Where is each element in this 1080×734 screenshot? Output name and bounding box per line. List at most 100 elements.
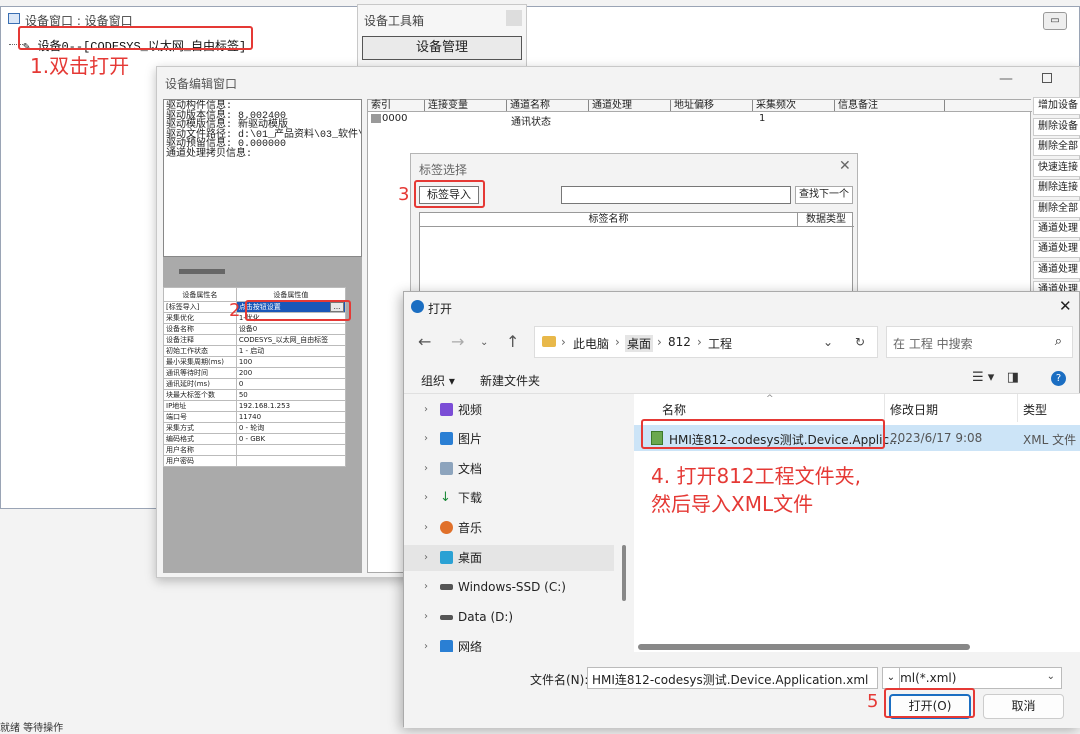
breadcrumb-item[interactable]: 桌面 xyxy=(625,335,654,352)
organize-menu[interactable]: 组织 ▾ xyxy=(421,372,455,389)
nav-item-music[interactable]: › 音乐 xyxy=(424,515,629,541)
prop-value[interactable]: 200 xyxy=(235,367,347,379)
help-icon[interactable]: ? xyxy=(1051,371,1066,386)
prop-value[interactable]: 100 xyxy=(235,356,347,368)
col-header-name[interactable]: 名称 xyxy=(662,401,686,418)
device-manage-button[interactable]: 设备管理 xyxy=(362,36,522,60)
table-row[interactable]: 0000 通讯状态 1 xyxy=(368,113,1032,128)
col-header-date[interactable]: 修改日期 xyxy=(890,401,938,418)
prop-value[interactable]: 0 xyxy=(235,378,347,390)
table-row[interactable]: 通讯等待时间 200 xyxy=(163,367,347,379)
delete-device-button[interactable]: 删除设备 xyxy=(1033,118,1080,136)
breadcrumb-item[interactable]: 工程 xyxy=(708,335,732,352)
col-channel-name[interactable]: 通道名称 xyxy=(507,100,589,111)
tag-search-input[interactable] xyxy=(561,186,791,204)
table-row[interactable]: 用户名称 xyxy=(163,444,347,456)
view-options-icon[interactable]: ☰ ▾ ◨ xyxy=(972,370,1019,385)
prop-value[interactable]: 50 xyxy=(235,389,347,401)
table-row[interactable]: IP地址 192.168.1.253 xyxy=(163,400,347,412)
back-arrow-icon[interactable]: ← xyxy=(418,332,431,351)
edit-minimize-button[interactable]: — xyxy=(999,71,1013,87)
prop-value[interactable] xyxy=(235,444,347,456)
cancel-button[interactable]: 取消 xyxy=(983,694,1064,719)
col-data-type[interactable]: 数据类型 xyxy=(798,213,854,227)
info-scrollbar[interactable] xyxy=(179,269,225,274)
col-variable[interactable]: 连接变量 xyxy=(425,100,507,111)
prop-value[interactable]: 1 - 启动 xyxy=(235,345,347,357)
col-remark[interactable]: 信息备注 xyxy=(835,100,945,111)
prop-value[interactable]: 0 - GBK xyxy=(235,433,347,445)
forward-arrow-icon[interactable]: → xyxy=(451,332,464,351)
prop-value[interactable]: 设备0 xyxy=(235,323,347,335)
refresh-icon[interactable]: ↻ xyxy=(855,335,865,349)
table-row[interactable]: 编码格式 0 - GBK xyxy=(163,433,347,445)
channel-grid-header: 索引 连接变量 通道名称 通道处理 地址偏移 采集频次 信息备注 xyxy=(368,100,1032,112)
channel-proc-button[interactable]: 通道处理 xyxy=(1033,220,1080,238)
quick-connect-button[interactable]: 快速连接 xyxy=(1033,159,1080,177)
filename-dropdown[interactable]: ⌄ xyxy=(882,667,900,689)
chevron-right-icon: › xyxy=(424,581,428,592)
table-row[interactable]: 块最大标签个数 50 xyxy=(163,389,347,401)
col-header-type[interactable]: 类型 xyxy=(1023,401,1047,418)
nav-item-desktop[interactable]: › 桌面 xyxy=(404,545,614,571)
delete-all-2-button[interactable]: 删除全部 xyxy=(1033,200,1080,218)
nav-item-network[interactable]: › 网络 xyxy=(424,634,629,652)
edit-maximize-button[interactable] xyxy=(1042,73,1052,83)
prop-value[interactable] xyxy=(235,455,347,467)
col-index[interactable]: 索引 xyxy=(368,100,425,111)
delete-all-button[interactable]: 删除全部 xyxy=(1033,138,1080,156)
col-channel-proc[interactable]: 通道处理 xyxy=(589,100,671,111)
nav-item-videos[interactable]: › 视频 xyxy=(424,397,629,423)
col-frequency[interactable]: 采集频次 xyxy=(753,100,835,111)
prop-value[interactable]: 0 - 轮询 xyxy=(235,422,347,434)
close-icon[interactable]: ✕ xyxy=(1059,297,1072,315)
channel-proc-button[interactable]: 通道处理 xyxy=(1033,261,1080,279)
nav-item-drive-c[interactable]: › Windows-SSD (C:) xyxy=(424,574,629,600)
prop-value[interactable]: CODESYS_以太网_自由标签 xyxy=(235,334,347,346)
filename-input[interactable]: HMI连812-codesys测试.Device.Application.xml xyxy=(587,667,878,689)
delete-connect-button[interactable]: 删除连接 xyxy=(1033,179,1080,197)
prop-name: 用户名称 xyxy=(163,444,237,456)
find-next-button[interactable]: 查找下一个 xyxy=(795,186,853,204)
tag-dialog-title: 标签选择 xyxy=(419,163,468,177)
table-row[interactable]: 设备名称 设备0 xyxy=(163,323,347,335)
nav-item-drive-d[interactable]: › Data (D:) xyxy=(424,604,629,630)
col-address-offset[interactable]: 地址偏移 xyxy=(671,100,753,111)
table-row[interactable]: 通讯延时(ms) 0 xyxy=(163,378,347,390)
table-row[interactable]: 初始工作状态 1 - 启动 xyxy=(163,345,347,357)
table-row[interactable]: 用户密码 xyxy=(163,455,347,467)
table-row[interactable]: 最小采集周期(ms) 100 xyxy=(163,356,347,368)
chevron-down-icon[interactable]: ⌄ xyxy=(823,335,833,349)
chevron-down-icon[interactable]: ⌄ xyxy=(480,337,488,348)
annotation-step4-line1: 4. 打开812工程文件夹, xyxy=(651,464,861,488)
breadcrumb-item[interactable]: 812 xyxy=(668,335,691,349)
address-bar[interactable]: › 此电脑 › 桌面 › 812 › 工程 ⌄ ↻ xyxy=(534,326,878,358)
channel-proc-button[interactable]: 通道处理 xyxy=(1033,240,1080,258)
table-row[interactable]: 端口号 11740 xyxy=(163,411,347,423)
add-device-button[interactable]: 增加设备 xyxy=(1033,97,1080,115)
column-divider[interactable] xyxy=(884,394,885,422)
toolbox-close-button[interactable] xyxy=(506,10,522,26)
table-row[interactable]: 采集方式 0 - 轮询 xyxy=(163,422,347,434)
nav-scrollbar[interactable] xyxy=(622,545,626,601)
table-row[interactable]: 设备注释 CODESYS_以太网_自由标签 xyxy=(163,334,347,346)
picture-icon xyxy=(440,432,453,445)
chevron-right-icon: › xyxy=(657,335,662,349)
prop-value[interactable]: 192.168.1.253 xyxy=(235,400,347,412)
nav-item-downloads[interactable]: › ↓ 下载 xyxy=(424,485,629,511)
nav-item-documents[interactable]: › 文档 xyxy=(424,456,629,482)
column-divider[interactable] xyxy=(1017,394,1018,422)
nav-item-pictures[interactable]: › 图片 xyxy=(424,426,629,452)
col-tag-name[interactable]: 标签名称 xyxy=(420,213,798,227)
file-list-scrollbar[interactable] xyxy=(638,644,970,650)
prop-value[interactable]: 11740 xyxy=(235,411,347,423)
minimize-button[interactable]: ▭ xyxy=(1043,12,1067,30)
nav-label: 图片 xyxy=(458,432,483,446)
nav-label: 音乐 xyxy=(458,521,483,535)
new-folder-button[interactable]: 新建文件夹 xyxy=(480,372,540,389)
filetype-select[interactable]: xml(*.xml) ⌄ xyxy=(886,667,1062,689)
breadcrumb-item[interactable]: 此电脑 xyxy=(573,335,609,352)
close-icon[interactable]: ✕ xyxy=(839,158,851,174)
up-arrow-icon[interactable]: ↑ xyxy=(506,332,519,351)
folder-search-input[interactable]: 在 工程 中搜索 ⌕ xyxy=(886,326,1073,358)
